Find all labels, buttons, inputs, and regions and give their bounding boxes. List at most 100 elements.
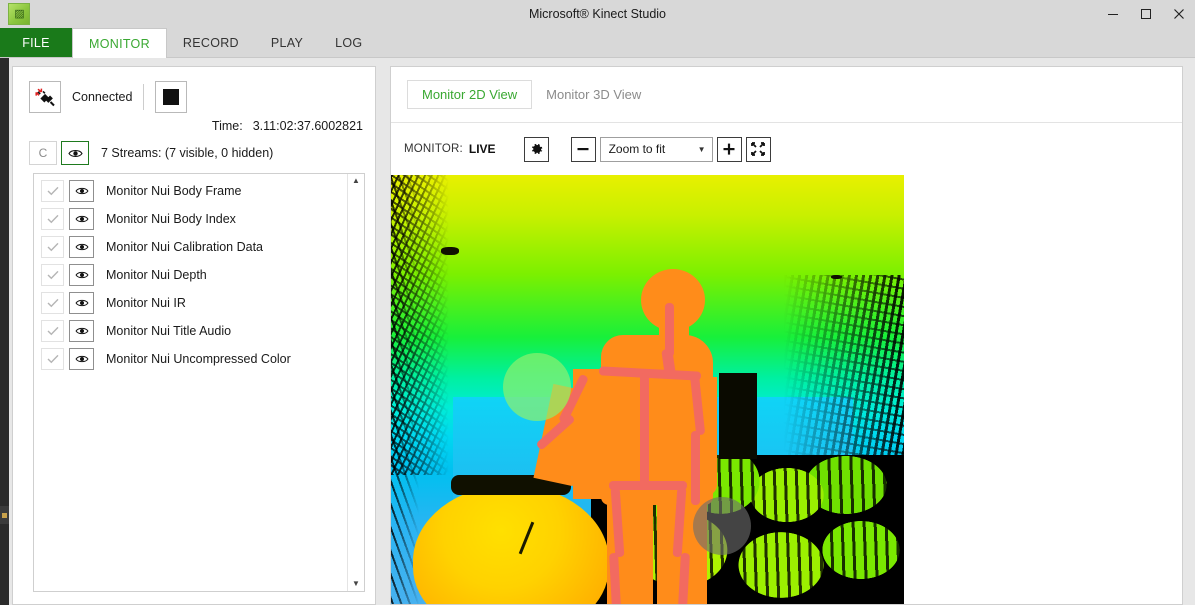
stream-visibility-icon[interactable] xyxy=(69,348,94,370)
view-toolbar: MONITOR: LIVE Zoom to fit ▼ xyxy=(391,123,1182,175)
stream-row-uncompressed-color[interactable]: Monitor Nui Uncompressed Color xyxy=(34,345,347,373)
ribbon-tab-file[interactable]: FILE xyxy=(0,28,72,58)
stream-label: Monitor Nui Body Frame xyxy=(106,184,242,198)
chevron-down-icon: ▼ xyxy=(697,144,706,154)
stream-label: Monitor Nui Title Audio xyxy=(106,324,232,338)
tab-monitor-3d-view-label: Monitor 3D View xyxy=(546,87,642,102)
close-button[interactable] xyxy=(1162,0,1195,28)
streams-toolbar: C 7 Streams: (7 visible, 0 hidden) xyxy=(13,133,375,173)
gear-icon xyxy=(531,143,542,154)
connection-status: Connected xyxy=(72,89,133,104)
window-title: Microsoft® Kinect Studio xyxy=(528,7,667,21)
stream-checkbox[interactable] xyxy=(41,208,64,230)
connection-row: Connected xyxy=(13,67,375,115)
plug-connect-icon[interactable] xyxy=(29,80,61,113)
fullscreen-icon xyxy=(751,142,765,156)
stream-visibility-icon[interactable] xyxy=(69,320,94,342)
stream-row-calibration-data[interactable]: Monitor Nui Calibration Data xyxy=(34,233,347,261)
zoom-in-button[interactable] xyxy=(716,136,742,162)
tab-monitor-2d-view[interactable]: Monitor 2D View xyxy=(407,80,533,109)
ribbon-tab-play[interactable]: PLAY xyxy=(255,28,319,58)
depth-object-streak xyxy=(518,521,535,555)
stop-button[interactable] xyxy=(155,80,188,113)
view-tab-bar: Monitor 2D View Monitor 3D View xyxy=(391,67,1182,123)
tracked-object-green-ball xyxy=(503,353,571,421)
collapsed-panel-icon xyxy=(2,512,7,518)
stream-checkbox[interactable] xyxy=(41,180,64,202)
ribbon-tab-log-label: LOG xyxy=(335,36,363,50)
monitor-view-panel: Monitor 2D View Monitor 3D View MONITOR:… xyxy=(390,66,1183,605)
time-value: 3.11:02:37.6002821 xyxy=(252,119,363,133)
zoom-level-value: Zoom to fit xyxy=(608,142,666,156)
monitor-label: MONITOR: xyxy=(404,143,463,155)
title-bar: ▨ Microsoft® Kinect Studio xyxy=(0,0,1195,28)
stream-visibility-icon[interactable] xyxy=(69,180,94,202)
stream-checkbox[interactable] xyxy=(41,264,64,286)
stream-label: Monitor Nui Depth xyxy=(106,268,207,282)
tab-monitor-2d-view-label: Monitor 2D View xyxy=(422,87,518,102)
maximize-button[interactable] xyxy=(1129,0,1162,28)
ribbon-tab-play-label: PLAY xyxy=(270,36,304,50)
streams-list: Monitor Nui Body Frame Monitor Nui Body … xyxy=(34,174,347,591)
stream-checkbox[interactable] xyxy=(41,292,64,314)
monitor-value: LIVE xyxy=(468,142,496,156)
main-content: Connected Time: 3.11:02:37.6002821 C 7 S… xyxy=(0,58,1195,605)
stream-row-body-frame[interactable]: Monitor Nui Body Frame xyxy=(34,177,347,205)
skeleton-hips xyxy=(609,481,687,490)
plus-icon xyxy=(723,143,735,155)
depth-artifact-1 xyxy=(441,247,459,255)
stream-label: Monitor Nui Uncompressed Color xyxy=(106,352,291,366)
stream-checkbox[interactable] xyxy=(41,320,64,342)
collapse-all-button[interactable]: C xyxy=(29,141,57,165)
app-icon[interactable]: ▨ xyxy=(8,3,30,25)
collapsed-panel-tab[interactable] xyxy=(0,506,9,524)
zoom-level-select[interactable]: Zoom to fit ▼ xyxy=(599,136,713,162)
ribbon-tab-log[interactable]: LOG xyxy=(319,28,378,58)
kinect-studio-icon: ▨ xyxy=(14,7,24,20)
time-label: Time: xyxy=(211,119,243,133)
stream-visibility-icon[interactable] xyxy=(69,236,94,258)
stream-checkbox[interactable] xyxy=(41,348,64,370)
ribbon-tab-record-label: RECORD xyxy=(182,36,239,50)
ribbon-tab-bar: FILE MONITOR RECORD PLAY LOG xyxy=(0,28,1195,58)
stream-label: Monitor Nui Calibration Data xyxy=(106,240,264,254)
stop-square-icon xyxy=(163,88,180,105)
eye-icon xyxy=(67,149,83,157)
depth-body-figure xyxy=(533,269,771,604)
zoom-to-fit-button[interactable] xyxy=(745,136,771,162)
toolbar-separator xyxy=(143,83,145,110)
kinect-depth-frame xyxy=(391,175,904,604)
streams-list-scrollbar[interactable]: ▲ ▼ xyxy=(347,174,364,591)
settings-button[interactable] xyxy=(523,136,549,162)
skeleton-spine-mid xyxy=(640,373,649,487)
ribbon-tab-monitor[interactable]: MONITOR xyxy=(72,28,167,58)
stream-row-title-audio[interactable]: Monitor Nui Title Audio xyxy=(34,317,347,345)
depth-artifact-3 xyxy=(831,275,842,279)
tab-monitor-3d-view[interactable]: Monitor 3D View xyxy=(532,81,655,108)
stream-row-ir[interactable]: Monitor Nui IR xyxy=(34,289,347,317)
ribbon-tab-file-label: FILE xyxy=(22,36,50,50)
monitor-2d-viewport[interactable] xyxy=(391,175,1182,604)
ribbon-tab-record[interactable]: RECORD xyxy=(167,28,255,58)
left-edge-dock-strip xyxy=(0,58,9,605)
stream-visibility-icon[interactable] xyxy=(69,264,94,286)
stream-checkbox[interactable] xyxy=(41,236,64,258)
time-row: Time: 3.11:02:37.6002821 xyxy=(13,119,375,133)
scroll-down-arrow[interactable]: ▼ xyxy=(352,580,360,588)
toggle-visibility-button[interactable] xyxy=(61,141,89,165)
zoom-out-button[interactable] xyxy=(570,136,596,162)
stream-label: Monitor Nui IR xyxy=(106,296,186,310)
stream-row-body-index[interactable]: Monitor Nui Body Index xyxy=(34,205,347,233)
ribbon-tab-monitor-label: MONITOR xyxy=(89,36,150,51)
scroll-up-arrow[interactable]: ▲ xyxy=(352,177,360,185)
minimize-button[interactable] xyxy=(1096,0,1129,28)
stream-visibility-icon[interactable] xyxy=(69,208,94,230)
monitor-streams-panel: Connected Time: 3.11:02:37.6002821 C 7 S… xyxy=(12,66,376,605)
skeleton-right-forearm xyxy=(691,431,700,505)
stream-label: Monitor Nui Body Index xyxy=(106,212,236,226)
stream-row-depth[interactable]: Monitor Nui Depth xyxy=(34,261,347,289)
tracked-object-grey-ball xyxy=(693,497,751,555)
collapse-all-label: C xyxy=(38,146,48,160)
stream-visibility-icon[interactable] xyxy=(69,292,94,314)
minus-icon xyxy=(577,148,589,151)
